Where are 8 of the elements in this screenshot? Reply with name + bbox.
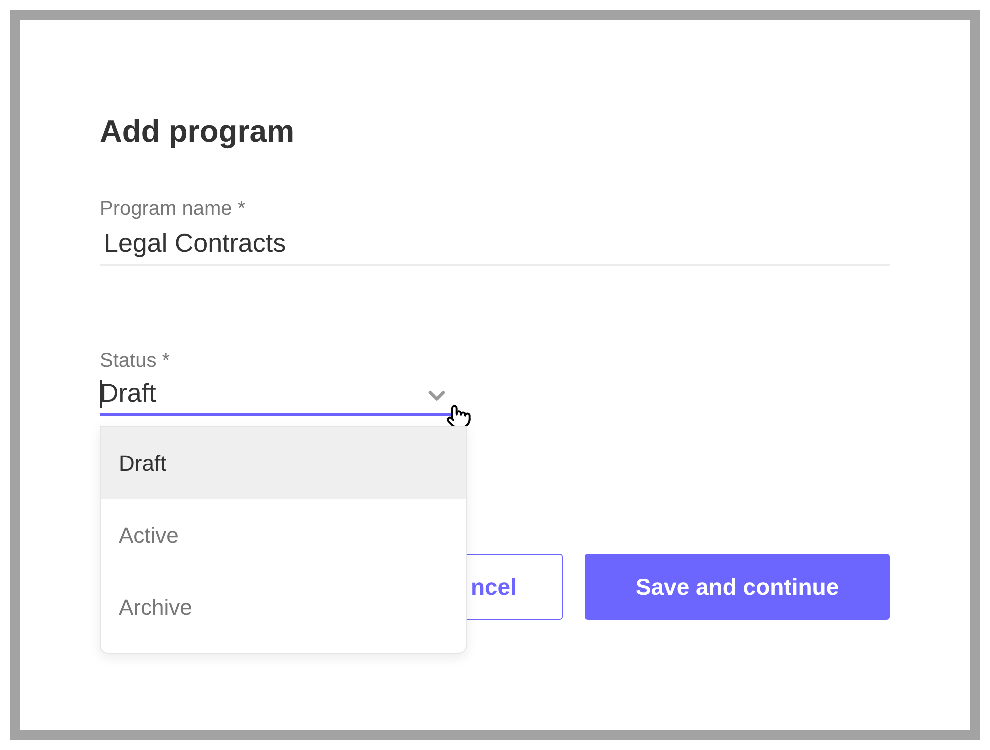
select-field[interactable]: Draft xyxy=(100,374,452,416)
field-label: Program name * xyxy=(100,197,247,222)
dropdown-option[interactable]: Draft xyxy=(101,427,466,499)
dialog-title: Add program xyxy=(100,113,296,151)
field-label: Status * xyxy=(100,349,172,374)
input-field[interactable]: Legal Contracts xyxy=(100,222,890,266)
save-button[interactable]: Save and continue xyxy=(585,554,890,620)
text-cursor xyxy=(100,380,102,408)
